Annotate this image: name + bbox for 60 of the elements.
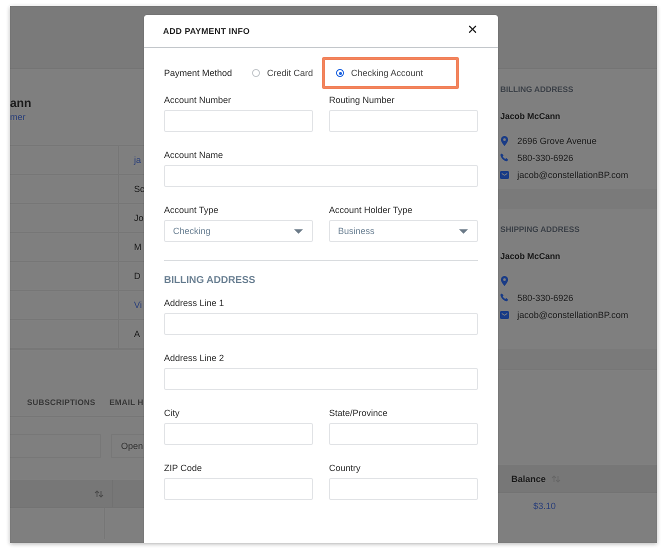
field-label: Country — [329, 463, 362, 474]
contact-detail: 2696 Grove Avenue — [517, 136, 597, 146]
tab[interactable]: SUBSCRIPTIONS — [27, 398, 96, 406]
field-label: Account Holder Type — [329, 205, 414, 216]
customer-name: ann — [10, 96, 32, 111]
input-field[interactable] — [164, 313, 478, 335]
contact-name: Jacob McCann — [500, 251, 562, 261]
field-label: Account Type — [164, 205, 220, 216]
field-label: State/Province — [329, 408, 389, 419]
mail-icon — [500, 310, 510, 318]
detail-value: Jo — [133, 213, 144, 223]
field-label: ZIP Code — [164, 463, 203, 474]
input-field[interactable] — [164, 110, 313, 132]
customer-link[interactable]: mer — [10, 111, 26, 124]
field-label: Account Number — [164, 95, 232, 106]
card-title: BILLING ADDRESS — [500, 85, 574, 94]
field-label: Routing Number — [329, 95, 396, 106]
close-button[interactable]: ✕ — [465, 24, 480, 38]
contact-detail: jacob@constellationBP.com — [517, 310, 628, 320]
field-label: Payment Method — [164, 68, 234, 78]
sort-icon[interactable] — [94, 490, 104, 498]
tab[interactable]: EMAIL H — [109, 398, 144, 406]
column-header[interactable]: Balance — [511, 474, 546, 484]
contact-detail: 580-330-6926 — [517, 292, 574, 302]
input-field[interactable] — [329, 478, 478, 500]
card-title: SHIPPING ADDRESS — [500, 225, 581, 234]
phone-icon — [500, 153, 510, 162]
detail-value: A — [133, 329, 140, 339]
caret-icon — [459, 228, 468, 234]
detail-value[interactable]: ja — [119, 155, 142, 165]
detail-value: D — [133, 271, 140, 281]
input-field[interactable] — [164, 368, 478, 390]
field-label: Address Line 2 — [164, 353, 226, 364]
radio-option[interactable]: Credit Card — [248, 57, 320, 89]
caret-icon — [294, 228, 303, 234]
select-field[interactable]: Business — [329, 220, 478, 242]
section-heading: BILLING ADDRESS — [164, 275, 256, 286]
field-label: Account Name — [164, 150, 224, 161]
field-label: City — [164, 408, 180, 419]
location-pin-icon — [500, 276, 510, 286]
input-field[interactable] — [164, 478, 313, 500]
phone-icon — [500, 293, 510, 302]
mail-icon — [500, 170, 510, 178]
detail-value[interactable]: Vi — [119, 300, 142, 310]
balance-cell-text: $3.10 — [532, 500, 556, 513]
radio-option[interactable]: Checking Account — [322, 57, 460, 89]
search-field[interactable] — [10, 434, 101, 458]
detail-value: Sc — [133, 184, 145, 194]
select-field[interactable]: Checking — [164, 220, 313, 242]
detail-value: M — [133, 242, 142, 252]
contact-detail: 580-330-6926 — [517, 152, 574, 162]
contact-detail: jacob@constellationBP.com — [517, 170, 628, 180]
input-field[interactable] — [164, 423, 313, 445]
location-pin-icon — [500, 136, 510, 146]
input-field[interactable] — [164, 165, 478, 187]
field-label: Address Line 1 — [164, 298, 226, 309]
input-field[interactable] — [329, 423, 478, 445]
input-field[interactable] — [329, 110, 478, 132]
dialog-title: ADD PAYMENT INFO — [163, 26, 250, 36]
contact-name: Jacob McCann — [500, 111, 562, 121]
